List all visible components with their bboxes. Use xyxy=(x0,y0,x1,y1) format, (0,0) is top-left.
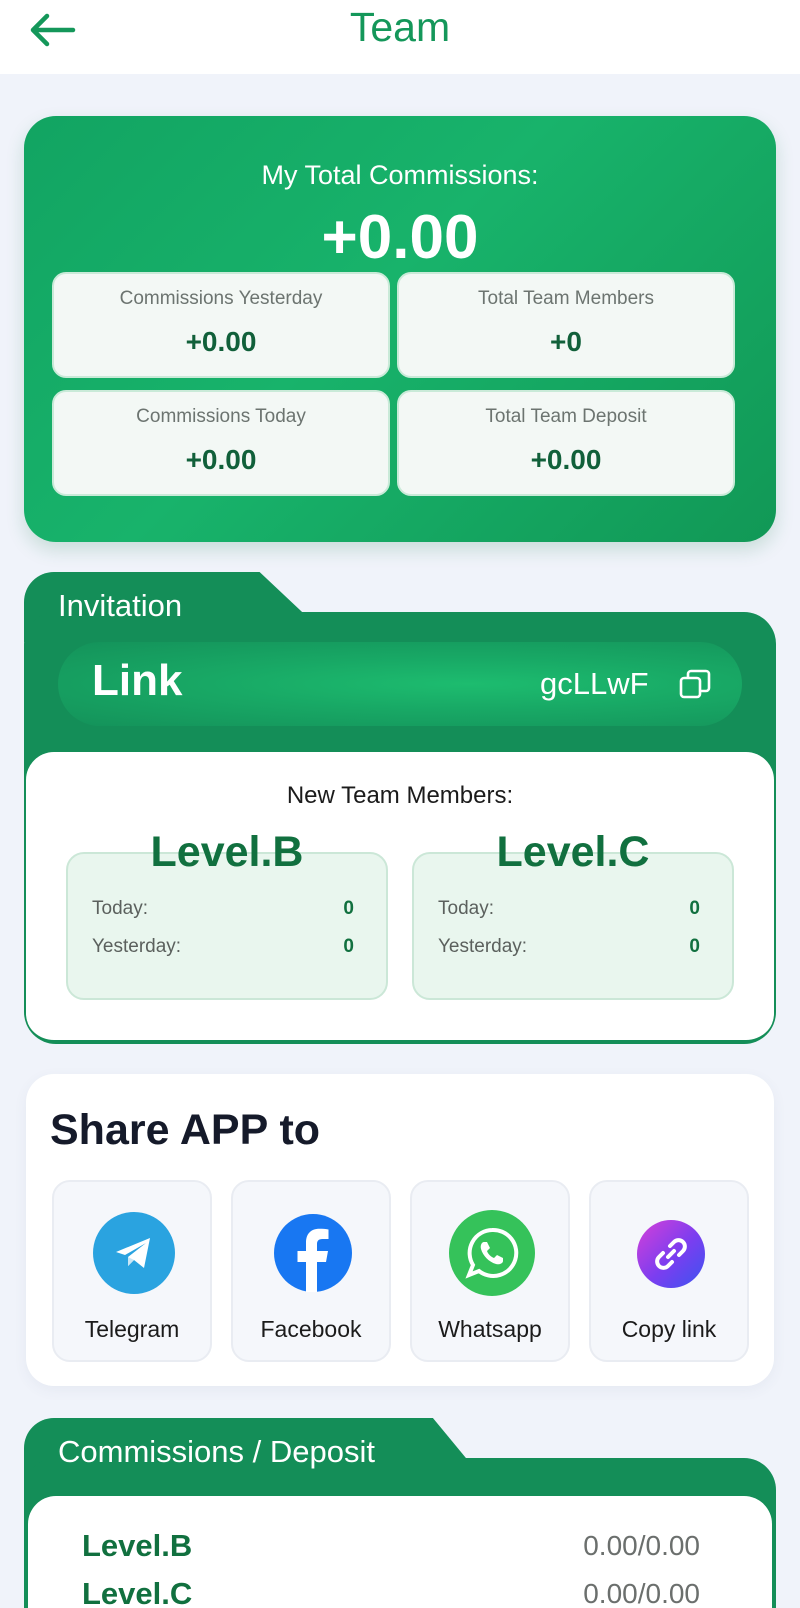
stat-label: Total Team Members xyxy=(478,288,654,309)
stat-label: Commissions Yesterday xyxy=(119,288,323,309)
share-option-label: Copy link xyxy=(621,1316,717,1342)
total-commissions-label: My Total Commissions: xyxy=(261,160,539,190)
level-b-name: Level.B xyxy=(150,828,304,876)
level-c-yesterday-value: 0 xyxy=(689,936,700,957)
cd-level-b-label: Level.B xyxy=(82,1528,193,1563)
invite-code: gcLLwF xyxy=(540,666,649,701)
stat-value: +0 xyxy=(550,326,582,357)
level-b-yesterday-label: Yesterday: xyxy=(92,936,182,957)
facebook-icon xyxy=(274,1214,352,1292)
whatsapp-icon xyxy=(449,1210,535,1296)
stat-value: +0.00 xyxy=(530,444,602,475)
stat-commissions-yesterday: Commissions Yesterday +0.00 xyxy=(52,272,390,378)
share-facebook-button[interactable]: Facebook xyxy=(231,1180,391,1362)
share-option-label: Telegram xyxy=(84,1316,180,1342)
share-whatsapp-button[interactable]: Whatsapp xyxy=(410,1180,570,1362)
page-title: Team xyxy=(349,4,451,50)
commissions-deposit-tab-label: Commissions / Deposit xyxy=(58,1434,375,1469)
share-copy-link-button[interactable]: Copy link xyxy=(589,1180,749,1362)
level-b-today-value: 0 xyxy=(343,898,354,919)
level-c-today-label: Today: xyxy=(438,898,494,919)
level-c-today-value: 0 xyxy=(689,898,700,919)
cd-level-c-label: Level.C xyxy=(82,1576,193,1608)
link-icon xyxy=(637,1220,705,1288)
stat-total-team-members: Total Team Members +0 xyxy=(397,272,735,378)
copy-icon[interactable] xyxy=(678,668,712,702)
new-team-members-title: New Team Members: xyxy=(286,782,514,809)
share-telegram-button[interactable]: Telegram xyxy=(52,1180,212,1362)
share-app-title: Share APP to xyxy=(50,1106,321,1154)
stat-total-team-deposit: Total Team Deposit +0.00 xyxy=(397,390,735,496)
invitation-tab-label: Invitation xyxy=(58,588,183,623)
invite-link-label: Link xyxy=(92,656,183,705)
level-c-yesterday-label: Yesterday: xyxy=(438,936,528,957)
share-option-label: Facebook xyxy=(260,1316,362,1342)
stat-label: Commissions Today xyxy=(136,406,306,427)
commission-summary-card: My Total Commissions: +0.00 Commissions … xyxy=(24,116,776,542)
stat-label: Total Team Deposit xyxy=(485,406,647,427)
stat-commissions-today: Commissions Today +0.00 xyxy=(52,390,390,496)
top-bar: Team xyxy=(0,0,800,74)
telegram-icon xyxy=(93,1212,175,1294)
stat-value: +0.00 xyxy=(185,444,257,475)
cd-level-c-value: 0.00/0.00 xyxy=(583,1578,700,1608)
level-b-today-label: Today: xyxy=(92,898,148,919)
cd-level-b-value: 0.00/0.00 xyxy=(583,1530,700,1561)
level-c-name: Level.C xyxy=(496,828,650,876)
total-commissions-value: +0.00 xyxy=(321,203,479,272)
share-option-label: Whatsapp xyxy=(438,1316,542,1342)
level-b-yesterday-value: 0 xyxy=(343,936,354,957)
stat-value: +0.00 xyxy=(185,326,257,357)
